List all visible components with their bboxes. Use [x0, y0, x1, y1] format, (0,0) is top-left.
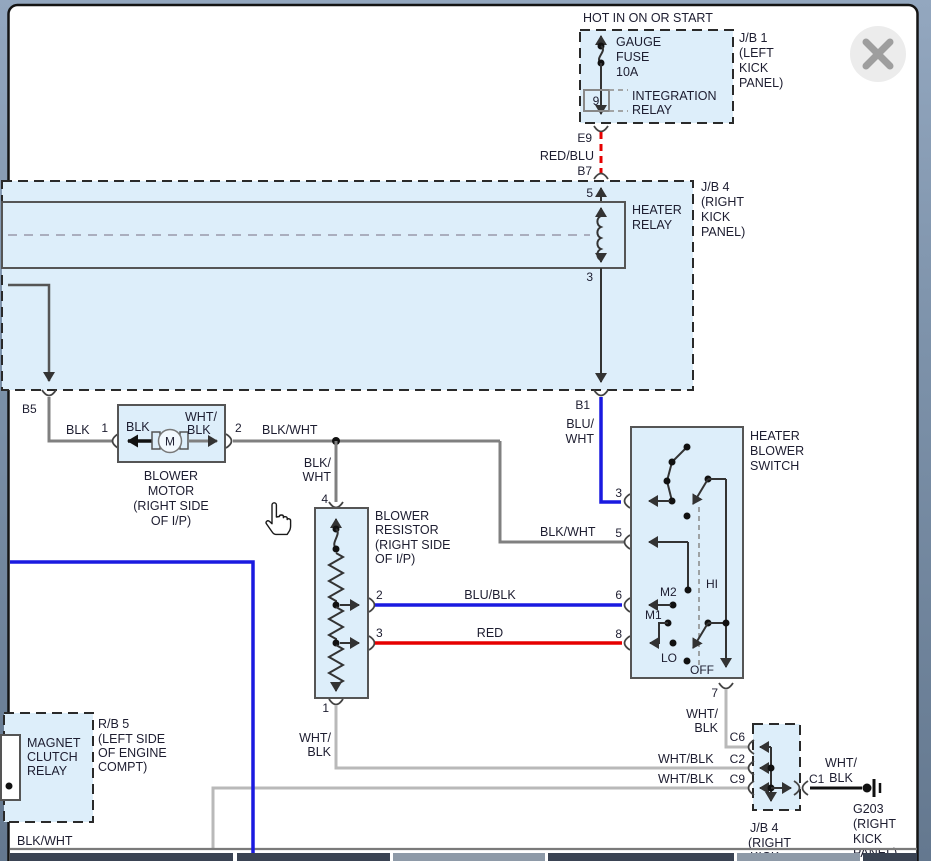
motor-whtblk-label-1: WHT/	[185, 410, 217, 424]
resistor-blkwht-label-1: BLK/	[304, 456, 332, 470]
pin-e9-label: E9	[577, 131, 592, 145]
blu-blk-label: BLU/BLK	[464, 588, 516, 602]
motor-whtblk-label-2: BLK	[187, 423, 211, 437]
switch-off-label: OFF	[690, 663, 714, 677]
switch-pin-5-label: 5	[615, 526, 622, 540]
blower-motor-caption-1: BLOWER	[144, 469, 198, 483]
resistor-blkwht-label-2: WHT	[303, 470, 332, 484]
c1-wire-label-1: WHT/	[825, 756, 857, 770]
switch-pin-7-label: 7	[711, 686, 718, 700]
jb4-location-3: KICK	[701, 210, 731, 224]
c2-wire-label: WHT/BLK	[658, 752, 714, 766]
pin-c2-label: C2	[730, 752, 746, 766]
resistor-caption-4: OF I/P)	[375, 552, 415, 566]
jb1-location-3: KICK	[739, 61, 769, 75]
rb5-location-2: (LEFT SIDE	[98, 732, 165, 746]
magnet-clutch-relay-box	[1, 735, 20, 800]
close-button[interactable]	[850, 26, 906, 82]
switch-blkwht-label: BLK/WHT	[540, 525, 596, 539]
g203-label-3: KICK	[853, 832, 883, 846]
relay-pin-5-label: 5	[586, 186, 593, 200]
relay-pin-3-label: 3	[586, 270, 593, 284]
pin-b1-label: B1	[575, 398, 590, 412]
switch-pin-6-label: 6	[615, 588, 622, 602]
pin-c1-label: C1	[809, 772, 825, 786]
switch-lo-label: LO	[661, 651, 677, 665]
resistor-whtblk-label-1: WHT/	[299, 731, 331, 745]
fuse-label-3: 10A	[616, 65, 639, 79]
resistor-pin-4-label: 4	[321, 492, 328, 506]
fuse-label-1: GAUGE	[616, 35, 661, 49]
c1-wire-label-2: BLK	[829, 771, 853, 785]
motor-blk-label: BLK	[126, 420, 150, 434]
jb4-location-4: PANEL)	[701, 225, 745, 239]
magnet-relay-label-1: MAGNET	[27, 736, 81, 750]
resistor-whtblk-label-2: BLK	[307, 745, 331, 759]
switch-m1-label: M1	[645, 608, 662, 622]
blk-wire-label: BLK	[66, 423, 90, 437]
red-label: RED	[477, 626, 503, 640]
switch-title-2: BLOWER	[750, 444, 804, 458]
fuse-label-2: FUSE	[616, 50, 649, 64]
integration-relay-label-2: RELAY	[632, 103, 673, 117]
jb1-location-4: PANEL)	[739, 76, 783, 90]
resistor-pin-1-label: 1	[322, 701, 329, 715]
motor-m-label: M	[165, 435, 175, 449]
red-blu-wire-label: RED/BLU	[540, 149, 594, 163]
switch-whtblk-label-1: WHT/	[686, 707, 718, 721]
heater-relay-label-2: RELAY	[632, 218, 673, 232]
resistor-caption-1: BLOWER	[375, 509, 429, 523]
diagram-viewer-window: HOT IN ON OR START 9 GAUGE FUSE 10A INTE…	[0, 0, 931, 861]
pin-9-label: 9	[593, 94, 600, 108]
magnet-relay-label-3: RELAY	[27, 764, 68, 778]
blower-resistor-box	[315, 508, 368, 698]
heater-relay-label-1: HEATER	[632, 203, 682, 217]
blu-wht-label-1: BLU/	[566, 417, 594, 431]
switch-title-3: SWITCH	[750, 459, 799, 473]
switch-pin-3-label: 3	[615, 486, 622, 500]
motor-pin-2-label: 2	[235, 421, 242, 435]
bus-blkwht-label: BLK/WHT	[17, 834, 73, 848]
blower-motor-caption-4: OF I/P)	[151, 514, 191, 528]
rb5-location-4: COMPT)	[98, 760, 147, 774]
motor-pin-1-label: 1	[101, 421, 108, 435]
resistor-pin-3-label: 3	[376, 626, 383, 640]
rb5-location-1: R/B 5	[98, 717, 129, 731]
rb5-location-3: OF ENGINE	[98, 746, 167, 760]
pin-c6-label: C6	[730, 730, 746, 744]
resistor-pin-2-label: 2	[376, 588, 383, 602]
magnet-relay-label-2: CLUTCH	[27, 750, 78, 764]
hot-in-on-label: HOT IN ON OR START	[583, 11, 713, 25]
wiring-diagram-canvas[interactable]: HOT IN ON OR START 9 GAUGE FUSE 10A INTE…	[0, 0, 931, 861]
switch-m2-label: M2	[660, 585, 677, 599]
jb4-connector-location-1: J/B 4	[750, 821, 779, 835]
jb4-location-1: J/B 4	[701, 180, 730, 194]
jb1-location-1: J/B 1	[739, 31, 768, 45]
resistor-caption-3: (RIGHT SIDE	[375, 538, 450, 552]
switch-hi-label: HI	[706, 577, 718, 591]
switch-title-1: HEATER	[750, 429, 800, 443]
c9-wire-label: WHT/BLK	[658, 772, 714, 786]
g203-label-2: (RIGHT	[853, 817, 896, 831]
jb4-location-2: (RIGHT	[701, 195, 744, 209]
integration-relay-label-1: INTEGRATION	[632, 89, 717, 103]
pin-b5-label: B5	[22, 402, 37, 416]
blu-wht-label-2: WHT	[566, 432, 595, 446]
resistor-caption-2: RESISTOR	[375, 523, 439, 537]
g203-label-1: G203	[853, 802, 884, 816]
blkwht-wire-label: BLK/WHT	[262, 423, 318, 437]
jb1-location-2: (LEFT	[739, 46, 774, 60]
switch-pin-8-label: 8	[615, 627, 622, 641]
blower-motor-caption-2: MOTOR	[148, 484, 194, 498]
cutoff-elements	[10, 853, 917, 861]
pin-b7-label: B7	[577, 164, 592, 178]
junction-block-4: 5 3 HEATER RELAY J/B 4 (RIGHT KICK PANEL…	[2, 180, 745, 416]
blower-motor-caption-3: (RIGHT SIDE	[133, 499, 208, 513]
switch-whtblk-label-2: BLK	[694, 721, 718, 735]
pin-c9-label: C9	[730, 772, 746, 786]
